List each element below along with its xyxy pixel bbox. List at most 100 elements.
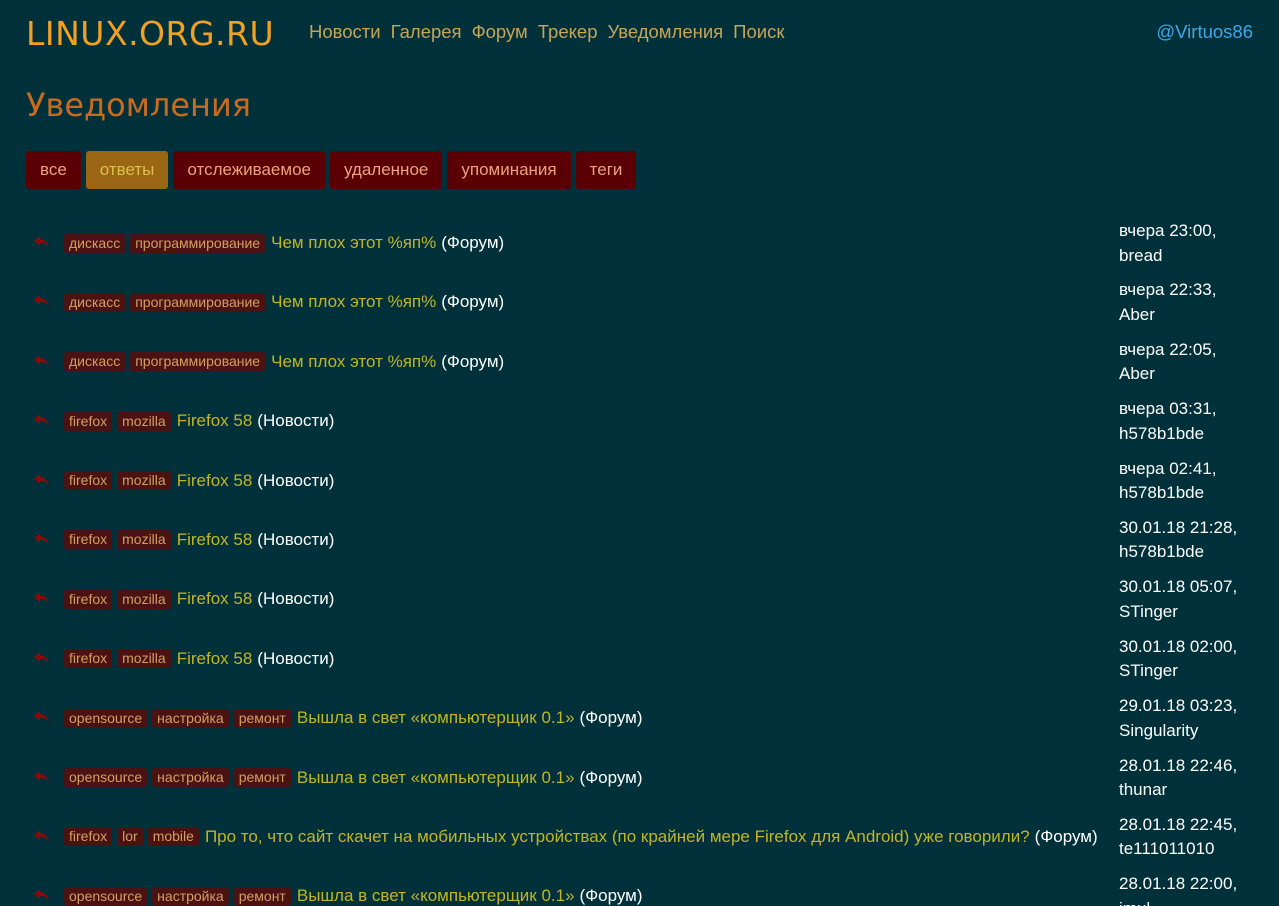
tag-link[interactable]: дискасс [64, 233, 126, 253]
tag-link[interactable]: дискасс [64, 352, 126, 372]
tag-link[interactable]: настройка [152, 768, 229, 788]
tab-all[interactable]: все [26, 151, 81, 189]
notification-meta: 30.01.18 05:07, STinger [1119, 575, 1253, 624]
tag-link[interactable]: opensource [64, 768, 148, 788]
tag-link[interactable]: firefox [64, 471, 113, 491]
reply-arrow-icon [34, 294, 50, 308]
notification-topic: дискасс программирование Чем плох этот %яп… [64, 231, 504, 255]
section-label: (Форум) [441, 292, 505, 312]
nav-link-forum[interactable]: Форум [472, 20, 528, 44]
notification-row: firefox mozilla Firefox 58 (Новости) 30.01.1… [26, 510, 1253, 569]
nav-link-news[interactable]: Новости [309, 20, 381, 44]
tag-link[interactable]: mozilla [117, 530, 171, 550]
tag-link[interactable]: mozilla [117, 589, 171, 609]
section-label: (Форум) [441, 233, 505, 252]
section-label: (Новости) [257, 589, 335, 609]
topic-link[interactable]: Чем плох этот %яп% [271, 292, 436, 312]
topic-link[interactable]: Вышла в свет «компьютерщик 0.1» [297, 768, 575, 788]
author-name: Aber [1119, 304, 1155, 324]
author-name: STinger [1119, 601, 1178, 621]
notification-row: firefox mozilla Firefox 58 (Новости) вчера 0… [26, 391, 1253, 450]
tag-link[interactable]: дискасс [64, 292, 126, 312]
reply-arrow-icon [34, 354, 50, 368]
tag-link[interactable]: opensource [64, 708, 148, 728]
timestamp: 30.01.18 02:00, [1119, 636, 1238, 656]
reply-arrow-icon [34, 770, 50, 784]
timestamp: 30.01.18 05:07, [1119, 577, 1238, 597]
reply-arrow-icon [34, 651, 50, 665]
tag-link[interactable]: программирование [130, 292, 266, 312]
page: LINUX.ORG.RU Новости Галерея Форум Треке… [0, 0, 1279, 906]
notification-meta: вчера 03:31, h578b1bde [1119, 397, 1253, 446]
author-name: h578b1bde [1119, 542, 1205, 562]
tab-mentions[interactable]: упоминания [447, 151, 571, 189]
reply-arrow-icon [34, 413, 50, 427]
notification-topic: opensource настройка ремонт Вышла в свет «к… [64, 884, 643, 906]
section-label: (Форум) [579, 886, 643, 906]
topic-link[interactable]: Firefox 58 [177, 649, 253, 669]
notification-list: дискасс программирование Чем плох этот %яп… [26, 213, 1253, 906]
notification-meta: вчера 22:33, Aber [1119, 278, 1253, 327]
section-label: (Форум) [1034, 826, 1098, 846]
notification-meta: 29.01.18 03:23, Singularity [1119, 694, 1253, 743]
author-name: te111011010 [1119, 839, 1215, 859]
section-label: (Новости) [257, 411, 335, 431]
author-name: bread [1119, 245, 1163, 265]
nav-link-gallery[interactable]: Галерея [391, 20, 462, 44]
topic-link[interactable]: Firefox 58 [177, 589, 253, 609]
tab-tags[interactable]: теги [575, 151, 637, 189]
notification-row: дискасс программирование Чем плох этот %яп… [26, 272, 1253, 331]
notification-row: дискасс программирование Чем плох этот %яп… [26, 213, 1253, 272]
notification-meta: 28.01.18 22:46, thunar [1119, 754, 1253, 803]
site-logo[interactable]: LINUX.ORG.RU [26, 14, 274, 54]
tag-link[interactable]: firefox [64, 827, 113, 847]
topic-link[interactable]: Чем плох этот %яп% [271, 352, 436, 372]
tag-link[interactable]: lor [117, 827, 143, 847]
tag-link[interactable]: mozilla [117, 471, 171, 491]
tag-link[interactable]: ремонт [233, 768, 291, 788]
topic-link[interactable]: Вышла в свет «компьютерщик 0.1» [297, 886, 575, 906]
nav-link-tracker[interactable]: Трекер [538, 20, 598, 44]
nav-link-search[interactable]: Поиск [733, 20, 784, 44]
tag-link[interactable]: firefox [64, 589, 113, 609]
tag-link[interactable]: firefox [64, 411, 113, 431]
tag-link[interactable]: настройка [152, 886, 229, 906]
nav-link-notifications[interactable]: Уведомления [608, 20, 724, 44]
tag-link[interactable]: ремонт [233, 886, 291, 906]
topic-link[interactable]: Про то, что сайт скачет на мобильных уст… [205, 827, 1030, 847]
topic-link[interactable]: Вышла в свет «компьютерщик 0.1» [297, 708, 575, 728]
section-label: (Новости) [257, 529, 335, 549]
topic-link[interactable]: Firefox 58 [177, 530, 253, 550]
tab-replies[interactable]: ответы [85, 151, 169, 189]
notification-topic: firefox mozilla Firefox 58 (Новости) [64, 587, 334, 611]
tag-link[interactable]: ремонт [233, 708, 291, 728]
author-name: Singularity [1119, 720, 1199, 740]
tag-link[interactable]: opensource [64, 886, 148, 906]
filter-tabs: все ответы отслеживаемое удаленное упоминани… [26, 151, 641, 189]
notification-row: opensource настройка ремонт Вышла в свет «к… [26, 748, 1253, 807]
tag-link[interactable]: firefox [64, 530, 113, 550]
notification-meta: вчера 22:05, Aber [1119, 338, 1253, 387]
topic-link[interactable]: Чем плох этот %яп% [271, 233, 436, 253]
tab-deleted[interactable]: удаленное [329, 151, 443, 189]
section-label: (Форум) [441, 351, 505, 371]
section-label: (Форум) [579, 767, 643, 787]
notification-topic: firefox mozilla Firefox 58 (Новости) [64, 528, 334, 552]
tag-link[interactable]: настройка [152, 708, 229, 728]
site-header: LINUX.ORG.RU Новости Галерея Форум Треке… [0, 0, 1279, 70]
tag-link[interactable]: mozilla [117, 411, 171, 431]
user-profile-link[interactable]: @Virtuos86 [1156, 20, 1253, 44]
timestamp: вчера 23:00, [1119, 221, 1217, 240]
topic-link[interactable]: Firefox 58 [177, 471, 253, 491]
notification-row: firefox lor mobile Про то, что сайт скачет … [26, 807, 1253, 866]
topic-link[interactable]: Firefox 58 [177, 411, 253, 431]
tag-link[interactable]: firefox [64, 649, 113, 669]
tag-link[interactable]: программирование [130, 352, 266, 372]
tab-watched[interactable]: отслеживаемое [173, 151, 325, 189]
section-label: (Новости) [257, 470, 335, 490]
tag-link[interactable]: mozilla [117, 649, 171, 669]
tag-link[interactable]: программирование [130, 233, 266, 253]
notification-row: firefox mozilla Firefox 58 (Новости) вчера 0… [26, 451, 1253, 510]
notification-topic: opensource настройка ремонт Вышла в свет «к… [64, 706, 643, 730]
tag-link[interactable]: mobile [147, 827, 199, 847]
